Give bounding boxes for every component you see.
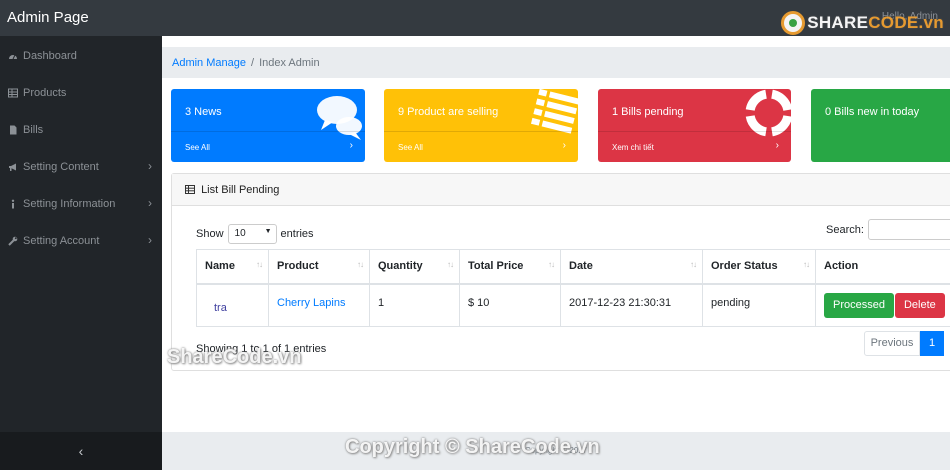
sidebar-item-label: Setting Content xyxy=(23,160,99,173)
sidebar-item-setting-account[interactable]: Setting Account › xyxy=(0,222,162,259)
column-header-quantity[interactable]: Quantity ↑↓ xyxy=(369,249,460,285)
delete-button[interactable]: Delete xyxy=(894,292,945,318)
wrench-icon xyxy=(8,236,18,246)
panel-title: List Bill Pending xyxy=(201,184,280,196)
table-icon xyxy=(185,185,195,194)
cell-date: 2017-12-23 21:30:31 xyxy=(560,283,703,327)
bill-pending-panel: List Bill Pending Show 10 ▼ entries Searc… xyxy=(171,173,950,371)
column-header-action: Action xyxy=(815,249,950,285)
search-control: Search: xyxy=(826,219,950,240)
chevron-right-icon: › xyxy=(148,233,152,247)
sort-icon: ↑↓ xyxy=(803,260,810,269)
table-icon xyxy=(8,88,18,97)
column-header-total-price[interactable]: Total Price ↑↓ xyxy=(459,249,561,285)
life-ring-icon xyxy=(745,89,791,137)
sidebar-item-bills[interactable]: Bills xyxy=(0,111,162,148)
sharecode-logo: SHARECODE.vn xyxy=(781,8,944,38)
sidebar-item-label: Setting Account xyxy=(23,234,100,247)
card-products-text: 9 Product are selling xyxy=(398,106,499,118)
chevron-right-icon: › xyxy=(148,159,152,173)
sidebar-item-setting-content[interactable]: Setting Content › xyxy=(0,148,162,185)
table-row: tra Cherry Lapins 1 $ 10 2017-12-23 21:3… xyxy=(196,283,950,327)
sidebar-item-products[interactable]: Products xyxy=(0,74,162,111)
watermark-text: ShareCode.vn xyxy=(167,346,302,368)
bullhorn-icon xyxy=(9,163,16,171)
search-input[interactable] xyxy=(867,219,950,240)
sidebar-item-label: Products xyxy=(23,86,67,99)
bill-table: Name ↑↓ Product ↑↓ Quantity ↑↓ Total Price ↑… xyxy=(196,249,950,327)
card-news: 3 News See All › xyxy=(171,89,365,162)
sort-icon: ↑↓ xyxy=(447,260,454,269)
processed-button[interactable]: Processed xyxy=(824,292,894,318)
card-bills-today-text: 0 Bills new in today xyxy=(825,106,920,118)
card-products-footer[interactable]: See All › xyxy=(384,131,578,162)
chevron-right-icon: › xyxy=(775,140,779,151)
panel-header: List Bill Pending xyxy=(172,174,950,206)
sidebar-item-setting-information[interactable]: Setting Information › xyxy=(0,185,162,222)
watermark-footer-text: Copyright © ShareCode.vn xyxy=(345,436,600,458)
card-footer-link[interactable]: See All xyxy=(185,143,210,152)
sidebar-item-label: Dashboard xyxy=(23,49,77,62)
sort-icon: ↑↓ xyxy=(357,260,364,269)
sort-icon: ↑↓ xyxy=(548,260,555,269)
sidebar-item-label: Setting Information xyxy=(23,197,116,210)
length-control: Show 10 ▼ entries xyxy=(196,224,314,244)
top-navbar: Admin Page Hello, Admin SHARECODE.vn xyxy=(0,0,950,36)
cell-total-price: $ 10 xyxy=(459,283,561,327)
breadcrumb-current: Index Admin xyxy=(259,57,320,69)
card-products: 9 Product are selling See All › xyxy=(384,89,578,162)
card-bills-today: 0 Bills new in today xyxy=(811,89,950,162)
sidebar-item-dashboard[interactable]: Dashboard xyxy=(0,37,162,74)
breadcrumb: Admin Manage / Index Admin xyxy=(162,47,950,78)
info-icon xyxy=(11,199,15,208)
card-footer-link[interactable]: Xem chi tiết xyxy=(612,143,654,152)
sharecode-logo-icon xyxy=(781,11,806,35)
previous-page-button[interactable]: Previous xyxy=(864,331,920,356)
sidebar-toggle-button[interactable]: ‹ xyxy=(0,432,162,470)
chevron-right-icon: › xyxy=(349,140,353,151)
sidebar-item-label: Bills xyxy=(23,123,44,136)
card-bills-footer[interactable]: Xem chi tiết › xyxy=(598,131,791,162)
card-news-footer[interactable]: See All › xyxy=(171,131,365,162)
file-icon xyxy=(10,125,17,134)
card-bills-pending: 1 Bills pending Xem chi tiết › xyxy=(598,89,791,162)
chevron-right-icon: › xyxy=(148,196,152,210)
card-bills-text: 1 Bills pending xyxy=(612,106,684,118)
brand-title[interactable]: Admin Page xyxy=(7,9,89,26)
chevron-right-icon: › xyxy=(562,140,566,151)
cell-actions: Processed Delete xyxy=(815,283,950,327)
main-content: Admin Manage / Index Admin 3 News See All … xyxy=(162,36,950,470)
cell-status: pending xyxy=(702,283,816,327)
entries-select[interactable]: 10 ▼ xyxy=(227,224,277,244)
column-header-product[interactable]: Product ↑↓ xyxy=(268,249,370,285)
page-1-button[interactable]: 1 xyxy=(920,331,944,356)
cell-name: tra xyxy=(196,283,269,327)
card-news-text: 3 News xyxy=(185,106,222,118)
cell-product-link[interactable]: Cherry Lapins xyxy=(268,283,370,327)
column-header-order-status[interactable]: Order Status ↑↓ xyxy=(702,249,816,285)
column-header-date[interactable]: Date ↑↓ xyxy=(560,249,703,285)
sidebar: Dashboard Products Bills Setting Content… xyxy=(0,36,162,470)
cell-quantity: 1 xyxy=(369,283,460,327)
sort-icon: ↑↓ xyxy=(256,260,263,269)
breadcrumb-link-admin-manage[interactable]: Admin Manage xyxy=(172,57,246,69)
card-footer-link[interactable]: See All xyxy=(398,143,423,152)
pagination: Previous 1 xyxy=(864,331,944,356)
caret-down-icon: ▼ xyxy=(264,228,272,235)
dashboard-icon xyxy=(9,54,17,59)
column-header-name[interactable]: Name ↑↓ xyxy=(196,249,269,285)
sort-icon: ↑↓ xyxy=(690,260,697,269)
